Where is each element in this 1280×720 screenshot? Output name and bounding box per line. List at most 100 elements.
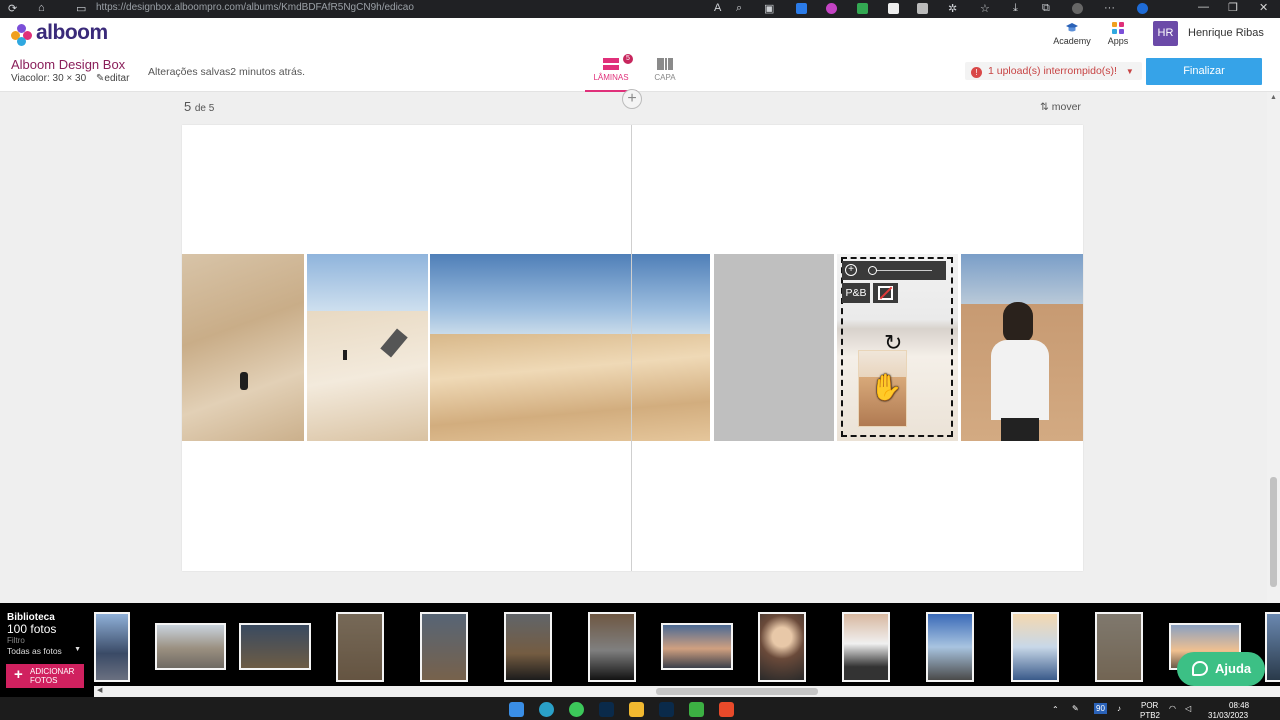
microphone-icon[interactable]: ♪	[1117, 704, 1121, 713]
black-white-button[interactable]: P&B	[842, 283, 870, 303]
photo-slot-3[interactable]	[430, 254, 710, 441]
photo-sky	[307, 254, 428, 312]
library-thumbnail[interactable]	[1095, 612, 1143, 682]
zoom-in-icon[interactable]: +	[845, 264, 857, 276]
photoshop-icon[interactable]	[659, 702, 674, 717]
upload-warning-dropdown[interactable]: ! 1 upload(s) interrompido(s)! ▼	[965, 62, 1142, 80]
remove-photo-button[interactable]	[873, 283, 898, 303]
alboom-logo-icon[interactable]	[11, 24, 33, 46]
chevron-up-icon[interactable]: ⌃	[1052, 705, 1059, 714]
page-current: 5	[184, 99, 192, 114]
restore-icon[interactable]: ❐	[1228, 1, 1238, 14]
edit-project-link[interactable]: ✎editar	[96, 73, 129, 84]
file-explorer-icon[interactable]	[629, 702, 644, 717]
download-icon[interactable]: ⤓	[1013, 2, 1018, 15]
battery-badge[interactable]: 90	[1094, 703, 1107, 714]
avatar[interactable]: HR	[1153, 21, 1178, 46]
page-scrollbar[interactable]: ▲	[1267, 92, 1280, 603]
library-thumbnail[interactable]	[1011, 612, 1059, 682]
extension-upload-icon[interactable]	[796, 3, 807, 14]
volume-icon[interactable]: ◁	[1185, 704, 1191, 713]
zoom-icon[interactable]: ⌕	[736, 2, 742, 15]
scroll-left-icon[interactable]: ◀	[97, 686, 102, 694]
scroll-up-icon[interactable]: ▲	[1270, 94, 1277, 101]
extension-camera-icon[interactable]	[917, 3, 928, 14]
library-thumbnail[interactable]	[155, 623, 226, 670]
read-aloud-icon[interactable]: A	[714, 2, 721, 14]
person-figure	[240, 372, 248, 390]
profile-icon[interactable]	[1072, 3, 1083, 14]
zoom-slider-handle[interactable]	[868, 266, 877, 275]
edge-browser-icon[interactable]	[539, 702, 554, 717]
library-thumbnail[interactable]	[336, 612, 384, 682]
tab-pages[interactable]: LÂMINAS 5	[585, 52, 637, 92]
help-button[interactable]: Ajuda	[1177, 652, 1265, 686]
move-arrows-icon: ⇅	[1040, 101, 1049, 113]
wifi-icon[interactable]: ◠	[1169, 704, 1176, 713]
windows-start-icon[interactable]	[509, 702, 524, 717]
bing-chat-icon[interactable]	[1137, 3, 1148, 14]
academy-link[interactable]: Academy	[1047, 19, 1097, 46]
zoom-control[interactable]: +	[842, 261, 946, 280]
library-thumbnail[interactable]	[926, 612, 974, 682]
clock-date[interactable]: 31/03/2023	[1208, 711, 1248, 720]
extension-puzzle-icon[interactable]: ✲	[948, 2, 957, 15]
extension-white-icon[interactable]	[888, 3, 899, 14]
logo-text[interactable]: alboom	[36, 21, 108, 45]
favorites-icon[interactable]: ☆	[980, 2, 990, 15]
apps-label: Apps	[1107, 36, 1129, 46]
person-shirt	[991, 340, 1049, 420]
clock-time[interactable]: 08:48	[1229, 701, 1249, 710]
library-thumbnail[interactable]	[842, 612, 890, 682]
red-app-icon[interactable]	[719, 702, 734, 717]
address-bar[interactable]: https://designbox.alboompro.com/albums/K…	[96, 2, 414, 13]
library-thumbnail[interactable]	[1265, 612, 1280, 682]
app-header: alboom Academy Apps HR Henrique Ribas	[0, 18, 1280, 52]
language-bottom[interactable]: PTB2	[1140, 711, 1160, 720]
zoom-track[interactable]	[870, 270, 932, 271]
photo-slot-6[interactable]	[961, 254, 1083, 441]
photo-slot-1[interactable]	[182, 254, 304, 441]
scrollbar-thumb[interactable]	[1270, 477, 1277, 587]
empty-photo-slot[interactable]	[714, 254, 834, 441]
finish-button[interactable]: Finalizar	[1146, 58, 1262, 85]
whatsapp-icon[interactable]	[569, 702, 584, 717]
library-thumbnail[interactable]	[504, 612, 552, 682]
filter-select[interactable]: Todas as fotos ▼	[7, 646, 83, 656]
apps-link[interactable]: Apps	[1093, 19, 1143, 46]
chevron-down-icon: ▼	[74, 646, 81, 653]
photo-sand	[307, 311, 428, 441]
photo-sky	[961, 254, 1083, 304]
reload-icon[interactable]: ⟳	[8, 2, 17, 15]
lightroom-classic-icon[interactable]	[599, 702, 614, 717]
language-top[interactable]: POR	[1141, 701, 1158, 710]
photo-sand	[430, 334, 710, 441]
album-spread: + P&B ↻ ✋	[182, 125, 1083, 571]
add-photos-button[interactable]: + ADICIONAR FOTOS	[6, 664, 84, 688]
more-menu-icon[interactable]: ···	[1104, 2, 1115, 14]
library-thumbnail[interactable]	[588, 612, 636, 682]
photo-slot-2[interactable]	[307, 254, 428, 441]
library-thumbnail[interactable]	[661, 623, 733, 670]
home-icon[interactable]: ⌂	[38, 2, 45, 14]
move-page-link[interactable]: ⇅ mover	[1040, 101, 1081, 113]
app-available-icon[interactable]: ▣	[764, 2, 774, 15]
library-thumbnail[interactable]	[94, 612, 130, 682]
user-name[interactable]: Henrique Ribas	[1188, 27, 1264, 39]
extension-circle-icon[interactable]	[826, 3, 837, 14]
library-thumbnail[interactable]	[239, 623, 311, 670]
add-page-button[interactable]: +	[622, 89, 642, 109]
collections-icon[interactable]: ⧉	[1042, 2, 1050, 15]
extension-green-icon[interactable]	[857, 3, 868, 14]
library-thumbnail[interactable]	[758, 612, 806, 682]
library-thumbnail[interactable]	[420, 612, 468, 682]
library-scrollbar-thumb[interactable]	[656, 688, 818, 695]
tab-cover[interactable]: CAPA	[639, 52, 691, 92]
green-app-icon[interactable]	[689, 702, 704, 717]
tab-pages-label: LÂMINAS	[593, 73, 629, 82]
minimize-icon[interactable]: —	[1198, 1, 1209, 13]
close-icon[interactable]: ✕	[1259, 1, 1268, 14]
library-scrollbar[interactable]: ◀	[94, 686, 1280, 697]
pages-icon	[603, 58, 619, 70]
pen-icon[interactable]: ✎	[1072, 704, 1079, 713]
